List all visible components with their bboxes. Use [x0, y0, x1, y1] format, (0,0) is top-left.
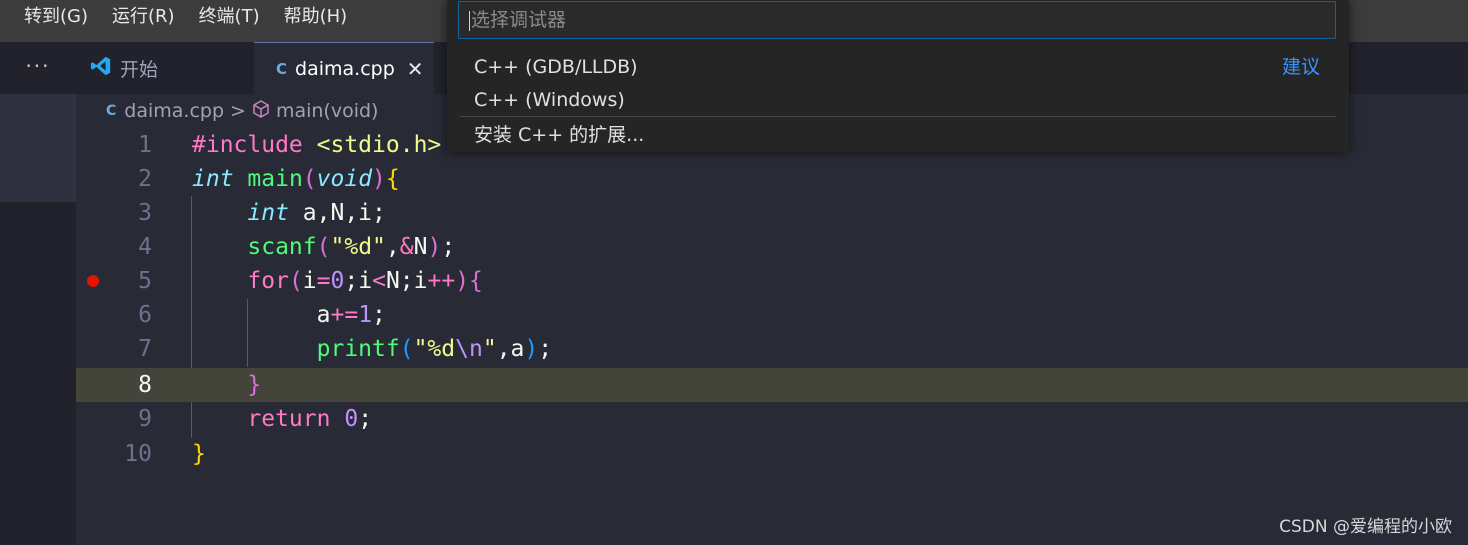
watermark: CSDN @爱编程的小欧	[1279, 517, 1452, 537]
tab-daima-label: daima.cpp	[295, 58, 395, 80]
code-line-current: 8 }	[76, 368, 1468, 402]
method-cube-icon	[252, 99, 270, 123]
line-number: 1	[138, 132, 152, 158]
more-actions-icon[interactable]: ···	[0, 42, 76, 94]
cpp-file-icon: C	[276, 60, 288, 78]
breadcrumb-separator: >	[230, 100, 246, 122]
menu-terminal[interactable]: 终端(T)	[187, 0, 272, 42]
code-editor[interactable]: 1 #include <stdio.h> 2 int main(void){ 3…	[76, 128, 1468, 545]
picker-item-install-extension[interactable]: 安装 C++ 的扩展...	[474, 120, 644, 150]
line-number: 6	[138, 302, 152, 328]
tab-start-label: 开始	[120, 58, 159, 81]
menu-help[interactable]: 帮助(H)	[272, 0, 360, 42]
menu-goto[interactable]: 转到(G)	[0, 0, 100, 42]
line-number: 2	[138, 166, 152, 192]
vscode-logo-icon	[90, 55, 112, 82]
picker-divider	[460, 116, 1336, 117]
line-number: 4	[138, 234, 152, 260]
activity-selection	[0, 94, 76, 202]
line-number: 5	[138, 268, 152, 294]
code-line: 4 scanf("%d",&N);	[76, 230, 1468, 264]
close-icon[interactable]: ✕	[407, 57, 424, 81]
code-line: 7 printf("%d\n",a);	[76, 332, 1468, 366]
activity-bar: ···	[0, 42, 76, 545]
breadcrumb-file[interactable]: daima.cpp	[124, 100, 224, 122]
code-line: 9 return 0;	[76, 402, 1468, 436]
picker-item-gdb-lldb[interactable]: C++ (GDB/LLDB)	[474, 52, 638, 82]
line-number: 8	[138, 372, 152, 398]
code-line: 10 }	[76, 437, 1468, 471]
menu-run[interactable]: 运行(R)	[100, 0, 187, 42]
code-line: 2 int main(void){	[76, 162, 1468, 196]
debugger-search-input[interactable]: 选择调试器	[458, 1, 1336, 39]
line-number: 9	[138, 406, 152, 432]
debugger-search-placeholder: 选择调试器	[471, 9, 567, 31]
code-line: 3 int a,N,i;	[76, 196, 1468, 230]
debugger-picker: 选择调试器 C++ (GDB/LLDB) 建议 C++ (Windows) 安装…	[447, 0, 1349, 152]
text-caret	[469, 10, 470, 31]
tab-start[interactable]: 开始	[76, 42, 254, 94]
cpp-file-icon: C	[106, 103, 117, 119]
picker-item-windows[interactable]: C++ (Windows)	[474, 85, 625, 115]
line-number: 7	[138, 336, 152, 362]
line-number: 3	[138, 200, 152, 226]
code-line: 6 a+=1;	[76, 298, 1468, 332]
tab-daima-cpp[interactable]: C daima.cpp ✕	[254, 42, 434, 95]
breadcrumb-symbol[interactable]: main(void)	[276, 100, 379, 122]
code-line: 5 for(i=0;i<N;i++){	[76, 264, 1468, 298]
picker-suggested-label: 建议	[1281, 56, 1320, 78]
line-number: 10	[124, 441, 152, 467]
